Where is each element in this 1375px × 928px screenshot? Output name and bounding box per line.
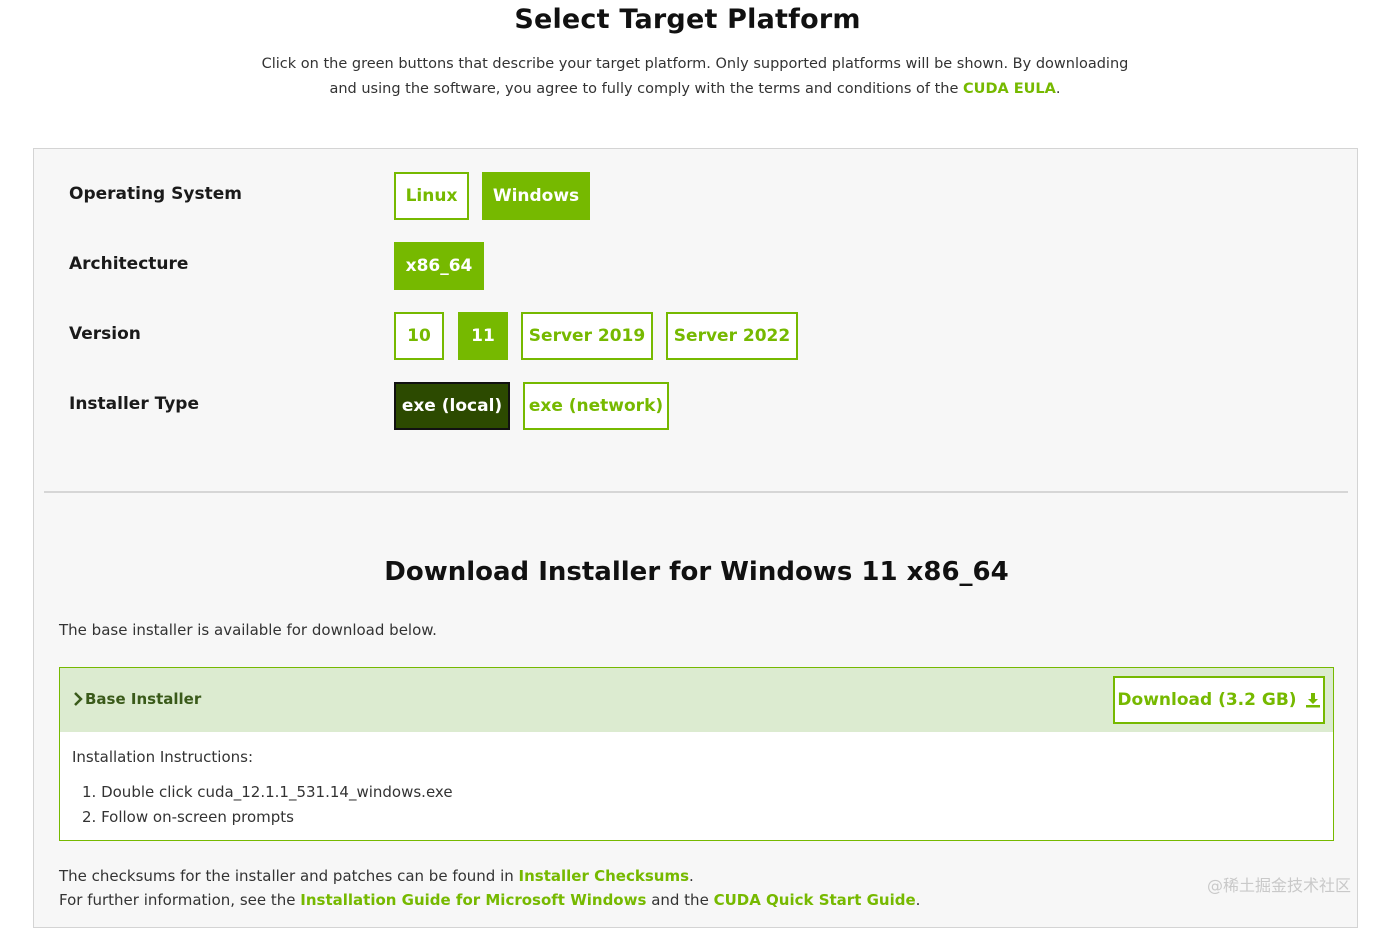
- quick-start-guide-link[interactable]: CUDA Quick Start Guide: [714, 891, 916, 909]
- intro-line-2-suffix: .: [1055, 81, 1061, 97]
- cuda-eula-link[interactable]: CUDA EULA: [963, 81, 1056, 97]
- download-icon: [1305, 693, 1320, 708]
- installer-checksums-link[interactable]: Installer Checksums: [519, 867, 689, 885]
- base-installer-header[interactable]: Base Installer Download (3.2 GB): [60, 668, 1333, 732]
- intro-line-2: and using the software, you agree to ful…: [200, 77, 1190, 102]
- installation-step-1: 1. Double click cuda_12.1.1_531.14_windo…: [82, 783, 453, 801]
- base-installer-toggle[interactable]: Base Installer: [72, 690, 201, 708]
- watermark: @稀土掘金技术社区: [1206, 876, 1351, 895]
- checksums-suffix: .: [689, 867, 694, 885]
- intro-text: Click on the green buttons that describe…: [200, 52, 1190, 102]
- installer-type-label: Installer Type: [69, 394, 199, 414]
- intro-line-1: Click on the green buttons that describe…: [261, 56, 1129, 72]
- section-divider: [44, 491, 1348, 493]
- installation-step-2: 2. Follow on-screen prompts: [82, 808, 294, 826]
- version-option-11[interactable]: 11: [458, 312, 508, 360]
- base-installer-box: Base Installer Download (3.2 GB) Install…: [59, 667, 1334, 841]
- info-middle: and the: [651, 891, 709, 909]
- download-button[interactable]: Download (3.2 GB): [1113, 676, 1325, 724]
- page-title: Select Target Platform: [514, 4, 861, 35]
- download-button-label: Download (3.2 GB): [1117, 690, 1297, 710]
- checksums-prefix: The checksums for the installer and patc…: [59, 867, 514, 885]
- further-info-line: For further information, see the Install…: [59, 891, 920, 909]
- installation-instructions-label: Installation Instructions:: [72, 748, 253, 766]
- checksums-line: The checksums for the installer and patc…: [59, 867, 694, 885]
- version-option-10[interactable]: 10: [394, 312, 444, 360]
- version-option-server-2019[interactable]: Server 2019: [521, 312, 653, 360]
- info-suffix: .: [915, 891, 921, 909]
- info-prefix: For further information, see the: [59, 891, 296, 909]
- arch-option-x86-64[interactable]: x86_64: [394, 242, 484, 290]
- os-option-windows[interactable]: Windows: [482, 172, 590, 220]
- installer-option-exe-local[interactable]: exe (local): [394, 382, 510, 430]
- os-option-linux[interactable]: Linux: [394, 172, 469, 220]
- version-label: Version: [69, 324, 141, 344]
- installation-steps: 1. Double click cuda_12.1.1_531.14_windo…: [82, 780, 453, 830]
- base-installer-available-text: The base installer is available for down…: [59, 621, 437, 639]
- installer-option-exe-network[interactable]: exe (network): [523, 382, 669, 430]
- installation-guide-link[interactable]: Installation Guide for Microsoft Windows: [300, 891, 646, 909]
- version-option-server-2022[interactable]: Server 2022: [666, 312, 798, 360]
- intro-line-2-prefix: and using the software, you agree to ful…: [329, 81, 959, 97]
- os-label: Operating System: [69, 184, 242, 204]
- download-heading: Download Installer for Windows 11 x86_64: [384, 557, 1009, 587]
- platform-panel: Operating System Linux Windows Architect…: [33, 148, 1358, 928]
- chevron-right-icon: [74, 692, 83, 706]
- base-installer-title: Base Installer: [85, 690, 202, 708]
- architecture-label: Architecture: [69, 254, 189, 274]
